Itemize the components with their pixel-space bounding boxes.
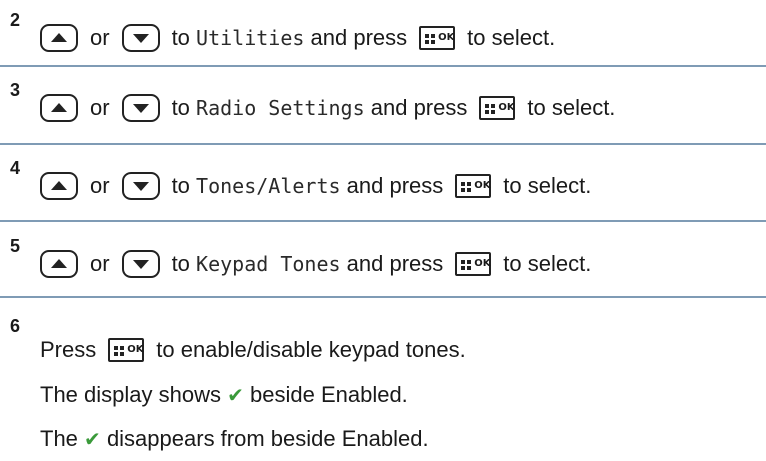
connector-text: or (90, 25, 110, 50)
step-instruction: or to Utilities and press OK to select. (40, 18, 555, 58)
step-3: 3 or to Radio Settings and press OK to s… (0, 70, 766, 134)
menu-ok-button-icon: OK (455, 252, 492, 276)
up-arrow-button-icon (40, 94, 78, 122)
to-text: to (171, 251, 190, 276)
menu-ok-button-icon: OK (419, 26, 456, 50)
up-arrow-button-icon (40, 250, 78, 278)
down-arrow-button-icon (121, 94, 160, 122)
step-number: 6 (10, 316, 21, 336)
step-instruction: or to Keypad Tones and press OK to selec… (40, 244, 591, 284)
select-text: to select. (503, 173, 592, 198)
step-instruction: Press OK to enable/disable keypad tones. (40, 330, 466, 370)
checkmark-icon: ✔ (84, 429, 101, 451)
down-arrow-button-icon (121, 172, 160, 200)
result-disabled: The ✔ disappears from beside Enabled. (40, 426, 429, 452)
step-number: 2 (10, 10, 21, 30)
step-5: 5 or to Keypad Tones and press OK to sel… (0, 226, 766, 290)
select-text: to select. (467, 25, 556, 50)
separator (0, 65, 766, 67)
and-press-text: and press (370, 95, 468, 120)
connector-text: or (90, 251, 110, 276)
menu-item-text: Tones/Alerts (196, 174, 341, 198)
down-arrow-button-icon (121, 24, 160, 52)
and-press-text: and press (346, 251, 444, 276)
step-2: 2 or to Utilities and press OK to select… (0, 0, 766, 64)
step-instruction: or to Tones/Alerts and press OK to selec… (40, 166, 591, 206)
menu-item-text: Keypad Tones (196, 252, 341, 276)
select-text: to select. (503, 251, 592, 276)
step-instruction: or to Radio Settings and press OK to sel… (40, 88, 615, 128)
step-6: 6 Press OK to enable/disable keypad tone… (0, 300, 766, 461)
separator (0, 296, 766, 298)
result-disabled-post: disappears from beside Enabled. (106, 426, 429, 451)
menu-ok-button-icon: OK (455, 174, 492, 198)
step-number: 3 (10, 80, 21, 100)
press-text: Press (40, 337, 97, 362)
action-text: to enable/disable keypad tones. (156, 337, 466, 362)
menu-ok-button-icon: OK (479, 96, 516, 120)
step-number: 4 (10, 158, 21, 178)
step-4: 4 or to Tones/Alerts and press OK to sel… (0, 148, 766, 212)
to-text: to (171, 173, 190, 198)
to-text: to (171, 25, 190, 50)
connector-text: or (90, 95, 110, 120)
result-enabled-post: beside Enabled. (250, 382, 408, 407)
result-disabled-pre: The (40, 426, 78, 451)
menu-item-text: Radio Settings (196, 96, 365, 120)
separator (0, 220, 766, 222)
and-press-text: and press (346, 173, 444, 198)
checkmark-icon: ✔ (227, 385, 244, 407)
down-arrow-button-icon (121, 250, 160, 278)
up-arrow-button-icon (40, 172, 78, 200)
up-arrow-button-icon (40, 24, 78, 52)
step-number: 5 (10, 236, 21, 256)
and-press-text: and press (310, 25, 408, 50)
connector-text: or (90, 173, 110, 198)
separator (0, 143, 766, 145)
result-enabled: The display shows ✔ beside Enabled. (40, 382, 408, 408)
select-text: to select. (527, 95, 616, 120)
to-text: to (171, 95, 190, 120)
menu-item-text: Utilities (196, 26, 305, 50)
menu-ok-button-icon: OK (108, 338, 145, 362)
result-enabled-pre: The display shows (40, 382, 221, 407)
